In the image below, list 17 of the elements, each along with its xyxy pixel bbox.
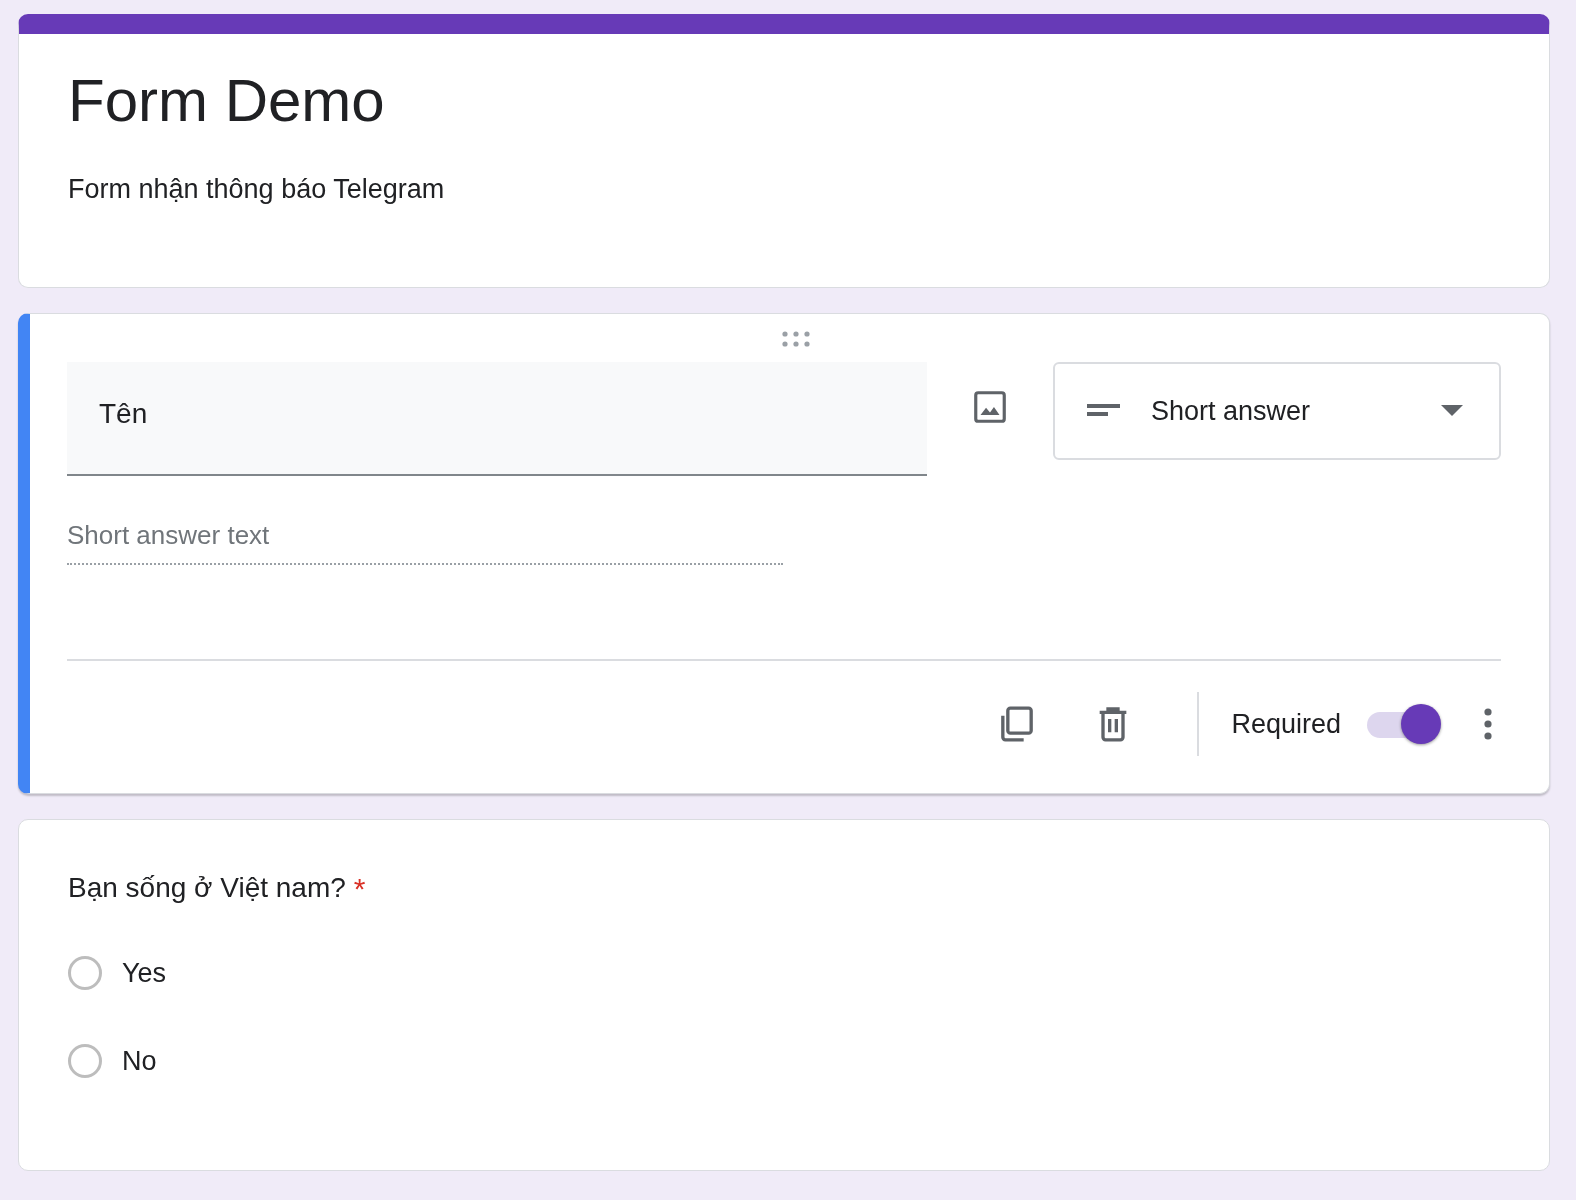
required-label: Required <box>1231 708 1341 740</box>
radio-button[interactable] <box>68 956 102 990</box>
option-label[interactable]: Yes <box>122 957 167 989</box>
radio-button[interactable] <box>68 1044 102 1078</box>
option-label[interactable]: No <box>122 1045 157 1077</box>
more-options-icon[interactable] <box>1483 707 1493 741</box>
caret-icon <box>1441 405 1463 417</box>
form-description: Form nhận thông báo Telegram <box>68 174 446 205</box>
question-type-dropdown[interactable]: Short answer <box>1053 362 1501 460</box>
drag-handle-icon[interactable] <box>780 330 812 348</box>
form-title: Form Demo <box>68 66 386 136</box>
question-title-field[interactable]: Tên <box>67 362 927 476</box>
required-asterisk: * <box>353 872 366 906</box>
image-icon[interactable] <box>971 388 1009 426</box>
short-answer-field: Short answer text <box>67 520 783 565</box>
question-title: Bạn sống ở Việt nam? <box>68 872 346 904</box>
required-toggle[interactable] <box>1365 702 1441 746</box>
